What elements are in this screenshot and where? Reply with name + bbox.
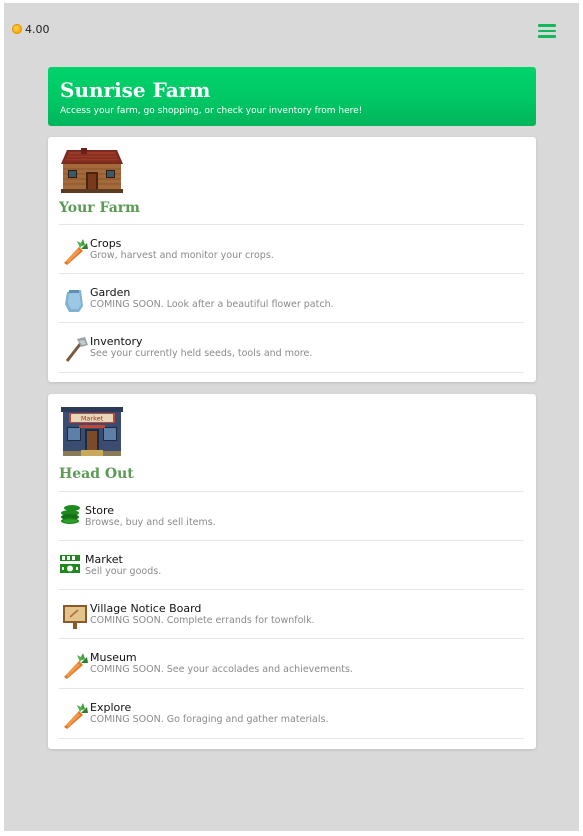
your-farm-title: Your Farm bbox=[59, 200, 140, 216]
your-farm-card: Your Farm Crops Grow, harvest and monito… bbox=[48, 137, 536, 382]
page-title: Sunrise Farm bbox=[60, 78, 211, 102]
menu-item-market[interactable]: Market Sell your goods. bbox=[59, 540, 524, 590]
carrot-icon bbox=[64, 703, 88, 729]
head-out-title: Head Out bbox=[59, 466, 134, 482]
notice-board-icon bbox=[63, 605, 87, 629]
crops-label: Crops bbox=[90, 237, 122, 250]
carrot-icon bbox=[64, 653, 88, 679]
coin-balance: 4.00 bbox=[25, 23, 50, 36]
carrot-icon bbox=[64, 239, 88, 265]
inventory-description: See your currently held seeds, tools and… bbox=[90, 348, 313, 359]
page-subtitle: Access your farm, go shopping, or check … bbox=[60, 106, 363, 116]
menu-item-inventory[interactable]: Inventory See your currently held seeds,… bbox=[59, 322, 524, 373]
village-notice-board-label: Village Notice Board bbox=[90, 602, 202, 615]
menu-item-explore[interactable]: Explore COMING SOON. Go foraging and gat… bbox=[59, 688, 524, 739]
market-sign-text: Market bbox=[81, 415, 104, 423]
menu-item-garden[interactable]: Garden COMING SOON. Look after a beautif… bbox=[59, 273, 524, 323]
watering-can-icon bbox=[65, 290, 83, 312]
money-icon bbox=[60, 555, 80, 573]
menu-item-crops[interactable]: Crops Grow, harvest and monitor your cro… bbox=[59, 224, 524, 274]
village-notice-board-description: COMING SOON. Complete errands for townfo… bbox=[90, 615, 315, 626]
app-frame: 4.00 Sunrise Farm Access your farm, go s… bbox=[4, 3, 579, 831]
store-description: Browse, buy and sell items. bbox=[85, 517, 216, 528]
garden-description: COMING SOON. Look after a beautiful flow… bbox=[90, 299, 334, 310]
menu-item-store[interactable]: Store Browse, buy and sell items. bbox=[59, 491, 524, 541]
market-label: Market bbox=[85, 553, 123, 566]
store-label: Store bbox=[85, 504, 115, 517]
axe-icon bbox=[65, 337, 88, 362]
market-building-image: Market bbox=[61, 407, 123, 456]
coins-stack-icon bbox=[61, 505, 80, 524]
menu-item-village-notice-board[interactable]: Village Notice Board COMING SOON. Comple… bbox=[59, 589, 524, 639]
top-bar: 4.00 bbox=[4, 3, 579, 57]
farmhouse-image bbox=[61, 148, 123, 193]
head-out-card: Market Head Out Store Browse, buy and se… bbox=[48, 394, 536, 749]
explore-description: COMING SOON. Go foraging and gather mate… bbox=[90, 714, 329, 725]
inventory-label: Inventory bbox=[90, 335, 143, 348]
hamburger-menu-icon[interactable] bbox=[538, 22, 556, 38]
museum-description: COMING SOON. See your accolades and achi… bbox=[90, 664, 353, 675]
crops-description: Grow, harvest and monitor your crops. bbox=[90, 250, 274, 261]
museum-label: Museum bbox=[90, 651, 137, 664]
menu-item-museum[interactable]: Museum COMING SOON. See your accolades a… bbox=[59, 638, 524, 688]
market-description: Sell your goods. bbox=[85, 566, 162, 577]
garden-label: Garden bbox=[90, 286, 131, 299]
explore-label: Explore bbox=[90, 701, 132, 714]
header-banner: Sunrise Farm Access your farm, go shoppi… bbox=[48, 67, 536, 126]
coin-icon bbox=[12, 24, 22, 34]
